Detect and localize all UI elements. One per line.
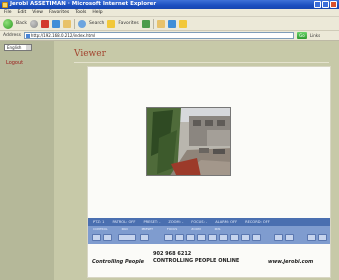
menu-edit[interactable]: Edit	[18, 9, 27, 16]
ptz-control-panel: CONTROL PAN PRESET FOCUS ZOOM IRIS	[88, 226, 330, 244]
status-item: FOCUS: -	[191, 220, 208, 224]
mail-icon[interactable]	[156, 19, 165, 28]
sidebar: English Logout	[0, 41, 54, 280]
window-title: Jerobi ASSETIMAN · Microsoft Internet Ex…	[10, 1, 157, 7]
back-arrow-icon[interactable]	[3, 18, 13, 29]
language-select-value: English	[7, 45, 22, 50]
menu-bar: File Edit View Favorites Tools Help	[0, 9, 339, 17]
address-bar: Address http://192.168.0.212/index.html …	[0, 31, 339, 41]
website-link[interactable]: www.jerobi.com	[268, 259, 313, 265]
address-label: Address	[3, 33, 21, 38]
main-panel: Viewer PTZ: 1 PATROL: OFF PRESET: - ZOOM…	[54, 41, 339, 280]
window-controls	[314, 1, 337, 8]
control-label: CONTROL	[93, 227, 108, 231]
page-title: Viewer	[74, 49, 106, 59]
tagline: CONTROLLING PEOPLE ONLINE	[153, 258, 240, 264]
address-input[interactable]: http://192.168.0.212/index.html	[23, 32, 294, 39]
status-item: RECORD: OFF	[245, 220, 270, 224]
address-value: http://192.168.0.212/index.html	[30, 33, 96, 38]
control-button[interactable]	[92, 234, 101, 241]
pan-up-button[interactable]	[186, 234, 195, 241]
page-icon	[25, 34, 30, 38]
favorites-label[interactable]: Favorites	[118, 21, 138, 26]
street-scene-image	[147, 108, 230, 175]
preset-button[interactable]	[230, 234, 239, 241]
go-button[interactable]: Go	[296, 32, 307, 39]
camera-viewer: PTZ: 1 PATROL: OFF PRESET: - ZOOM: - FOC…	[87, 66, 331, 278]
back-label[interactable]: Back	[16, 21, 27, 26]
stop-icon[interactable]	[40, 19, 49, 28]
status-item: PRESET: -	[143, 220, 161, 224]
close-icon[interactable]	[330, 1, 337, 8]
focus-button[interactable]	[252, 234, 261, 241]
zoom-out-button[interactable]	[285, 234, 294, 241]
title-divider	[74, 62, 329, 63]
control-labels: CONTROL PAN PRESET FOCUS ZOOM IRIS	[93, 227, 220, 231]
brand-logo-text: Controlling People	[92, 259, 145, 265]
sidebar-link-logout[interactable]: Logout	[6, 60, 23, 66]
control-label: FOCUS	[167, 227, 178, 231]
language-select[interactable]: English	[4, 44, 32, 51]
focus-button[interactable]	[241, 234, 250, 241]
media-icon[interactable]	[141, 19, 150, 28]
control-label: PRESET	[141, 227, 153, 231]
menu-tools[interactable]: Tools	[75, 9, 86, 16]
minimize-icon[interactable]	[314, 1, 321, 8]
preset-button[interactable]	[197, 234, 206, 241]
window-titlebar: Jerobi ASSETIMAN · Microsoft Internet Ex…	[0, 0, 339, 9]
pan-left-button[interactable]	[164, 234, 173, 241]
folder-icon[interactable]	[178, 19, 187, 28]
camera-image	[146, 107, 231, 176]
preset-button[interactable]	[208, 234, 217, 241]
browser-toolbar: Back Search Favorites	[0, 17, 339, 31]
forward-arrow-icon[interactable]	[29, 19, 38, 28]
status-item: ZOOM: -	[168, 220, 184, 224]
pan-right-button[interactable]	[175, 234, 184, 241]
status-item: PTZ: 1	[93, 220, 105, 224]
control-button[interactable]	[118, 234, 136, 241]
toolbar-separator	[152, 18, 154, 29]
zoom-in-button[interactable]	[274, 234, 283, 241]
refresh-icon[interactable]	[51, 19, 60, 28]
menu-favorites[interactable]: Favorites	[49, 9, 69, 16]
menu-help[interactable]: Help	[92, 9, 102, 16]
control-label: PAN	[121, 227, 128, 231]
print-icon[interactable]	[167, 19, 176, 28]
maximize-icon[interactable]	[322, 1, 329, 8]
menu-view[interactable]: View	[32, 9, 43, 16]
control-label: IRIS	[214, 227, 221, 231]
search-label[interactable]: Search	[89, 21, 104, 26]
toolbar-separator	[73, 18, 75, 29]
control-button[interactable]	[103, 234, 112, 241]
phone-number: 902 968 6212	[153, 251, 192, 257]
menu-file[interactable]: File	[4, 9, 12, 16]
iris-button[interactable]	[307, 234, 316, 241]
camera-status-strip: PTZ: 1 PATROL: OFF PRESET: - ZOOM: - FOC…	[88, 218, 330, 226]
preset-button[interactable]	[219, 234, 228, 241]
iris-button[interactable]	[318, 234, 327, 241]
ie-icon	[2, 1, 8, 8]
status-item: PATROL: OFF	[112, 220, 136, 224]
control-button[interactable]	[140, 234, 149, 241]
links-label[interactable]: Links	[310, 33, 320, 38]
search-icon[interactable]	[77, 19, 86, 28]
home-icon[interactable]	[62, 19, 71, 28]
status-item: ALARM: OFF	[215, 220, 238, 224]
control-label: ZOOM	[191, 227, 201, 231]
favorites-star-icon[interactable]	[107, 19, 116, 28]
page-content: English Logout Viewer PTZ: 1 PATROL: OFF…	[0, 41, 339, 280]
